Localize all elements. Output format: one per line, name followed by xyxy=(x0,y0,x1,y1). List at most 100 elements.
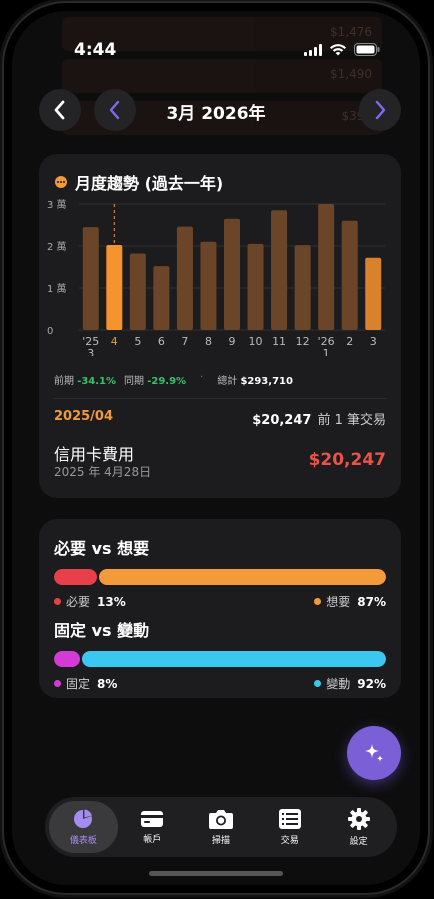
yoy-stat: 同期 -29.9% xyxy=(124,372,186,387)
variable-segment xyxy=(82,651,386,667)
x-tick-label: 10 xyxy=(249,335,263,348)
total-label: 總計 xyxy=(217,376,238,387)
fixed-variable-bar xyxy=(54,651,386,667)
status-bar: 4:44 xyxy=(12,11,420,71)
chart-bar xyxy=(106,244,123,330)
yoy-label: 同期 xyxy=(124,376,145,387)
y-tick-label: 0 xyxy=(47,326,53,337)
fixed-variable-title: 固定 vs 變動 xyxy=(54,621,150,640)
y-tick-label: 3 萬 xyxy=(47,198,67,211)
tab-dashboard[interactable]: 儀表板 xyxy=(49,801,118,853)
wifi-icon xyxy=(330,43,346,55)
x-tick-label: 7 xyxy=(181,335,188,348)
total-value: $293,710 xyxy=(240,376,293,387)
needs-wants-bar xyxy=(54,569,386,585)
wants-segment xyxy=(98,569,386,585)
fixed-legend: 固定 8% xyxy=(54,675,117,692)
phone-frame: $1,476 $1,490 $390 4:44 3月 2026年 月度趨勢 (過… xyxy=(4,3,428,893)
prev-period-value: -34.1% xyxy=(77,376,117,387)
chart-bar xyxy=(271,210,288,330)
fixed-label: 固定 xyxy=(66,677,91,691)
wants-legend: 想要 87% xyxy=(314,593,386,610)
camera-icon xyxy=(208,810,233,829)
x-tick-label: 9 xyxy=(229,335,236,348)
selected-period-count: 前 1 筆交易 xyxy=(317,413,386,428)
chevron-right-icon xyxy=(375,100,386,120)
tab-bar: 儀表板 帳戶 掃描 交易 設定 xyxy=(45,797,397,857)
screen: $1,476 $1,490 $390 4:44 3月 2026年 月度趨勢 (過… xyxy=(12,11,420,885)
tab-label: 帳戶 xyxy=(143,835,162,845)
tab-accounts[interactable]: 帳戶 xyxy=(118,801,187,853)
trend-stats: 前期 -34.1% 同期 -29.9% · 總計 $293,710 xyxy=(54,372,293,387)
x-tick-label: 5 xyxy=(134,335,141,348)
battery-icon xyxy=(354,43,380,56)
needs-wants-legend: 必要 13% 想要 87% xyxy=(54,593,386,610)
tab-label: 儀表板 xyxy=(69,836,97,846)
spending-breakdown-card: 必要 vs 想要 必要 13% 想要 87% 固定 vs 變動 固定 8% 變動 92% xyxy=(39,519,401,698)
tab-scan[interactable]: 掃描 xyxy=(187,801,256,853)
wants-dot xyxy=(314,598,322,605)
variable-percent: 92% xyxy=(357,676,386,691)
tab-settings[interactable]: 設定 xyxy=(324,801,393,853)
tab-label: 交易 xyxy=(280,836,299,846)
x-tick-label: 11 xyxy=(272,335,286,348)
needs-wants-title: 必要 vs 想要 xyxy=(54,539,150,558)
chart-bar xyxy=(129,253,146,330)
wants-percent: 87% xyxy=(357,594,386,609)
tab-transactions[interactable]: 交易 xyxy=(255,801,324,853)
pie-chart-icon xyxy=(74,809,93,828)
tab-label: 設定 xyxy=(349,837,368,847)
monthly-trend-card: 月度趨勢 (過去一年) 01 萬2 萬3 萬 '25 3 4 5 6 7 8 9 10 11 12'2… xyxy=(39,154,401,498)
chart-bar xyxy=(153,266,170,330)
x-tick-label: 1 xyxy=(323,347,330,356)
stats-separator: · xyxy=(200,372,204,383)
home-indicator xyxy=(149,871,283,876)
gear-icon xyxy=(347,808,370,830)
transaction-name: 信用卡費用 xyxy=(54,445,135,464)
y-tick-label: 2 萬 xyxy=(47,240,67,253)
x-tick-label: 12 xyxy=(296,335,310,348)
fixed-dot xyxy=(54,680,61,687)
trend-title: 月度趨勢 (過去一年) xyxy=(75,174,224,193)
total-stat: 總計 $293,710 xyxy=(217,372,293,387)
chart-bar xyxy=(318,204,335,330)
month-navigation: 3月 2026年 xyxy=(12,83,420,139)
chart-bar xyxy=(82,227,99,330)
x-tick-label: 2 xyxy=(346,335,353,348)
fixed-variable-legend: 固定 8% 變動 92% xyxy=(54,675,386,692)
variable-dot xyxy=(314,680,322,687)
transaction-amount: $20,247 xyxy=(308,450,386,470)
fixed-segment xyxy=(54,651,81,667)
chart-bar xyxy=(223,218,241,330)
variable-legend: 變動 92% xyxy=(314,675,386,692)
chart-bar xyxy=(341,220,358,330)
chart-bar xyxy=(247,243,264,330)
prev-period-label: 前期 xyxy=(54,376,74,387)
chart-bar xyxy=(365,257,382,330)
x-tick-label: 6 xyxy=(158,335,165,348)
x-tick-label: 8 xyxy=(205,335,212,348)
y-tick-label: 1 萬 xyxy=(47,282,67,295)
needs-label: 必要 xyxy=(66,595,91,609)
selected-period-summary: $20,247 前 1 筆交易 xyxy=(252,409,386,428)
needs-percent: 13% xyxy=(97,594,126,609)
selected-period-amount: $20,247 xyxy=(252,413,312,428)
needs-dot xyxy=(54,598,61,605)
more-dots-icon xyxy=(55,176,67,188)
fixed-percent: 8% xyxy=(97,676,118,691)
trend-title-row: 月度趨勢 (過去一年) xyxy=(55,170,223,194)
chart-bar xyxy=(176,226,193,330)
next-month-button[interactable] xyxy=(359,89,401,131)
needs-segment xyxy=(54,569,97,585)
yoy-value: -29.9% xyxy=(147,376,187,387)
sparkles-icon xyxy=(365,744,384,762)
ai-assistant-button[interactable] xyxy=(347,726,401,780)
prev-period-stat: 前期 -34.1% xyxy=(54,372,116,387)
selected-period: 2025/04 xyxy=(54,409,114,424)
x-tick-label: 3 xyxy=(87,347,94,356)
signal-icon xyxy=(304,43,322,56)
needs-legend: 必要 13% xyxy=(54,593,126,610)
x-tick-label: 3 xyxy=(370,335,377,348)
wants-label: 想要 xyxy=(326,595,351,609)
credit-card-icon xyxy=(141,811,164,827)
